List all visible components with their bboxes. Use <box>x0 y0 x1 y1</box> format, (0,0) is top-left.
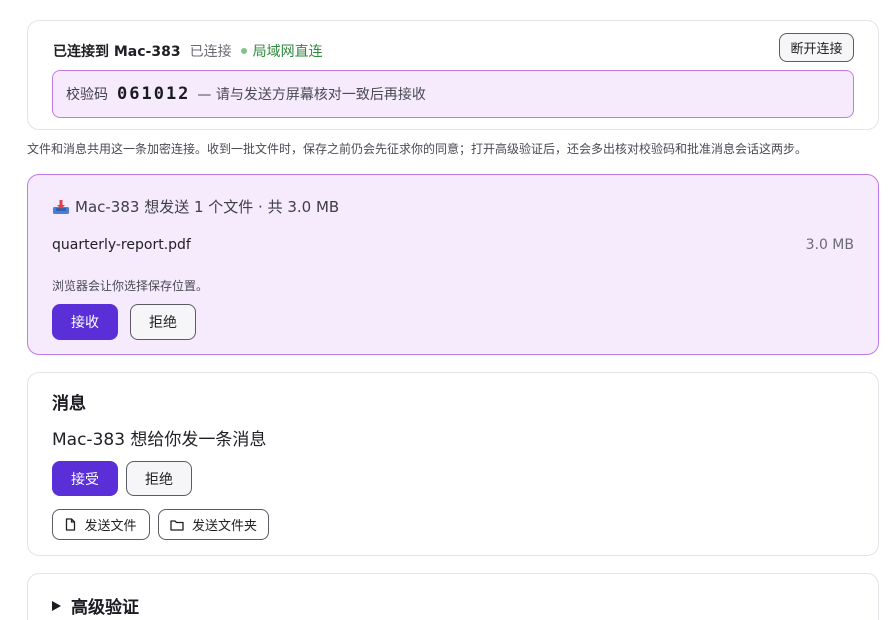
send-file-button[interactable]: 发送文件 <box>52 509 150 540</box>
connection-header: 已连接到 Mac-383 已连接 局域网直连 <box>53 41 323 61</box>
advanced-verification-title: 高级验证 <box>71 598 139 618</box>
save-location-hint: 浏览器会让你选择保存位置。 <box>52 279 209 293</box>
advanced-verification-toggle[interactable]: 高级验证 <box>52 593 139 618</box>
status-dot-icon <box>240 48 247 54</box>
explanation-text: 文件和消息共用这一条加密连接。收到一批文件时，保存之前仍会先征求你的同意；打开高… <box>27 142 808 156</box>
file-offer-heading: Mac-383 想发送 1 个文件 · 共 3.0 MB <box>75 198 340 216</box>
file-icon <box>66 518 76 531</box>
accept-message-button[interactable]: 接受 <box>52 461 118 496</box>
file-offer-header: Mac-383 想发送 1 个文件 · 共 3.0 MB <box>52 196 339 217</box>
reject-message-button[interactable]: 拒绝 <box>126 461 192 496</box>
file-name: quarterly-report.pdf <box>52 237 191 253</box>
folder-icon <box>170 519 184 531</box>
messages-title: 消息 <box>52 394 86 414</box>
send-file-label: 发送文件 <box>84 519 137 534</box>
code-label: 校验码 <box>66 87 108 103</box>
message-request-text: Mac-383 想给你发一条消息 <box>52 430 267 450</box>
file-size: 3.0 MB <box>805 237 854 253</box>
verification-code-box: 校验码 061012 — 请与发送方屏幕核对一致后再接收 <box>52 70 854 118</box>
accept-file-button[interactable]: 接收 <box>52 304 118 340</box>
reject-file-button[interactable]: 拒绝 <box>130 304 196 340</box>
disclosure-triangle-icon <box>52 600 61 611</box>
connection-card: 已连接到 Mac-383 已连接 局域网直连 断开连接 校验码 061012 —… <box>27 20 879 130</box>
send-folder-label: 发送文件夹 <box>191 519 257 534</box>
disconnect-button[interactable]: 断开连接 <box>779 33 854 62</box>
connection-state: 已连接 <box>189 44 232 60</box>
inbox-tray-icon <box>53 199 69 214</box>
code-value: 061012 <box>117 84 191 104</box>
code-note: — 请与发送方屏幕核对一致后再接收 <box>197 87 426 103</box>
send-folder-button[interactable]: 发送文件夹 <box>158 509 269 540</box>
messages-card: 消息 Mac-383 想给你发一条消息 接受 拒绝 发送文件 发送文件夹 <box>27 372 879 556</box>
advanced-verification-card: 高级验证 <box>27 573 879 620</box>
network-type: 局域网直连 <box>252 44 323 60</box>
file-offer-card: Mac-383 想发送 1 个文件 · 共 3.0 MB quarterly-r… <box>27 174 879 355</box>
connection-title: 已连接到 Mac-383 <box>53 44 181 60</box>
